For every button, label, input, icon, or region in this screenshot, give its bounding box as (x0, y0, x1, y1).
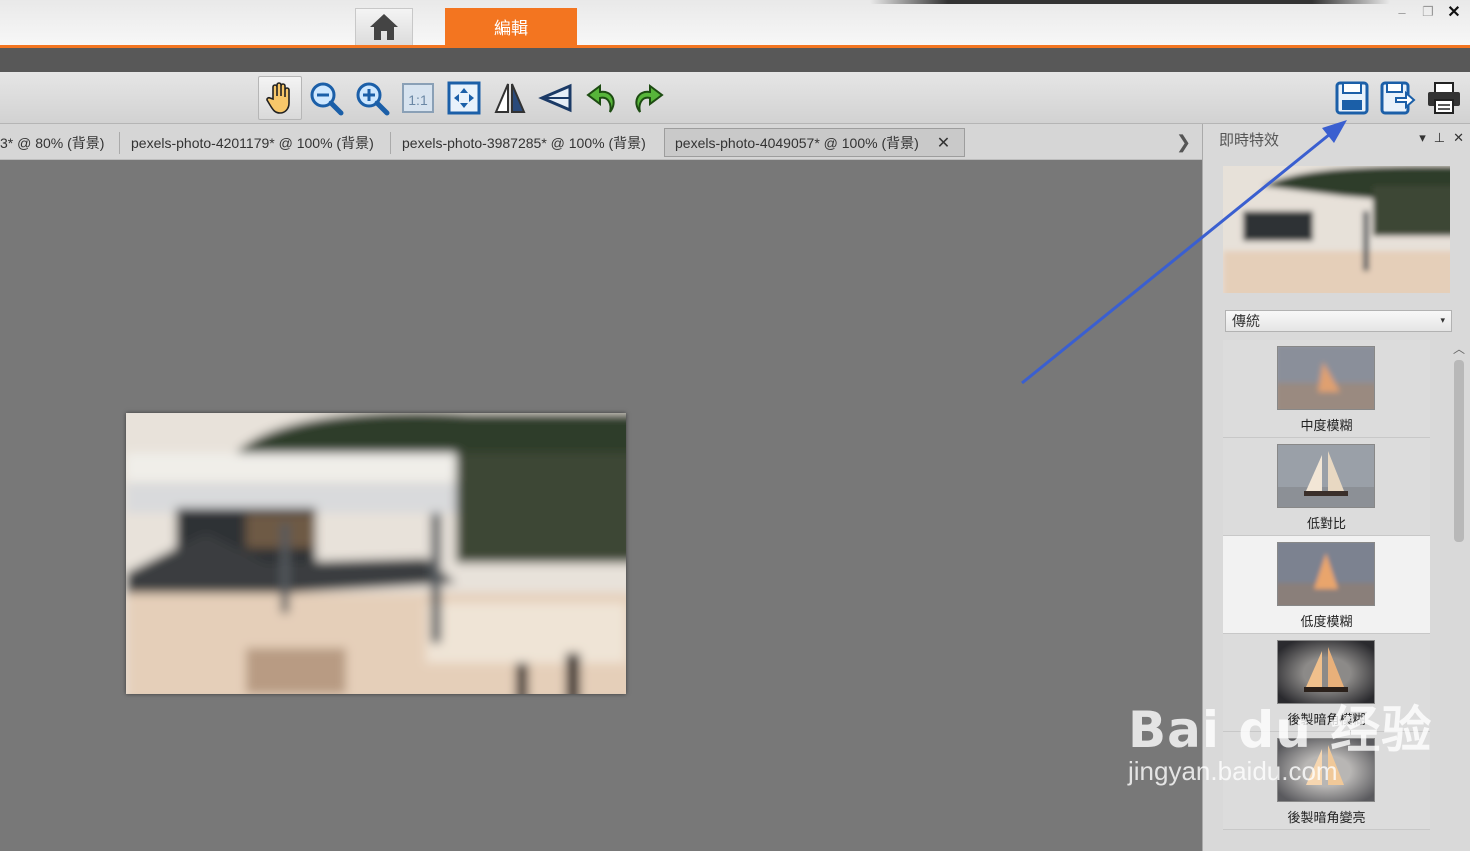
print-icon (1428, 82, 1460, 114)
tab-separator (390, 132, 391, 154)
save-as-icon (1380, 81, 1416, 115)
perspective-icon (538, 83, 572, 113)
save-button[interactable] (1330, 76, 1374, 120)
effect-item-selected[interactable]: 低度模糊 (1223, 536, 1430, 634)
edited-photo[interactable] (126, 413, 626, 694)
effect-label: 低度模糊 (1300, 614, 1353, 629)
baidu-watermark: Bai du 经验 jingyan.baidu.com (1128, 690, 1432, 787)
tab-separator (119, 132, 120, 154)
actual-size-icon: 1:1 (402, 83, 434, 113)
tab-scroll-right-icon[interactable]: ❯ (1176, 132, 1191, 153)
panel-pin-icon[interactable]: ⊥ (1434, 130, 1445, 146)
watermark-brand: Bai du 经验 (1128, 701, 1433, 759)
blurred-photo-image (126, 413, 626, 694)
restore-button[interactable]: ❐ (1420, 4, 1436, 20)
perspective-button[interactable] (534, 76, 578, 120)
fit-screen-button[interactable] (442, 76, 486, 120)
home-tab[interactable] (355, 8, 413, 45)
effect-category-select[interactable]: 傳統 ▾ (1225, 310, 1452, 332)
zoom-in-button[interactable] (350, 76, 394, 120)
flip-button[interactable] (488, 76, 532, 120)
effect-preview-image (1223, 166, 1450, 293)
effect-item[interactable]: 低對比 (1223, 438, 1430, 536)
actual-size-button[interactable]: 1:1 (396, 76, 440, 120)
undo-icon (586, 84, 615, 113)
close-tab-icon[interactable]: ✕ (937, 133, 950, 153)
effect-item[interactable]: 中度模糊 (1223, 340, 1430, 438)
zoom-out-button[interactable] (304, 76, 348, 120)
title-bar: 編輯 – ❐ ✕ (0, 0, 1470, 48)
print-button[interactable] (1422, 76, 1466, 120)
doc-tab-4-active[interactable]: pexels-photo-4049057* @ 100% (背景) ✕ (664, 128, 965, 157)
toolbar: 1:1 (0, 72, 1470, 124)
save-icon (1335, 81, 1369, 115)
fit-screen-icon (447, 81, 481, 115)
effect-thumbnail (1277, 346, 1375, 410)
panel-controls: ▾ ⊥ ✕ (1419, 130, 1464, 146)
save-as-button[interactable] (1376, 76, 1420, 120)
redo-icon (635, 84, 664, 113)
effect-list-scrollbar[interactable]: ︿ (1452, 340, 1466, 851)
menu-band (0, 48, 1470, 72)
svg-text:1:1: 1:1 (408, 92, 428, 108)
doc-tab-1[interactable]: 3* @ 80% (背景) (0, 128, 120, 157)
doc-tab-label: pexels-photo-3987285* @ 100% (背景) (402, 134, 646, 151)
scroll-up-icon[interactable]: ︿ (1452, 340, 1466, 357)
title-shadow-decoration (870, 0, 1390, 4)
effect-thumbnail (1277, 444, 1375, 508)
effect-label: 後製暗角變亮 (1287, 810, 1366, 825)
effect-label: 低對比 (1306, 516, 1346, 531)
zoom-out-icon (310, 82, 344, 116)
effect-thumbnail (1277, 542, 1375, 606)
zoom-in-icon (356, 82, 390, 116)
document-tabs: 3* @ 80% (背景) pexels-photo-4201179* @ 10… (0, 124, 1202, 160)
minimize-button[interactable]: – (1394, 4, 1410, 20)
doc-tab-label: 3* @ 80% (背景) (0, 134, 105, 151)
close-button[interactable]: ✕ (1446, 4, 1462, 21)
flip-icon (494, 83, 526, 113)
doc-tab-2[interactable]: pexels-photo-4201179* @ 100% (背景) (121, 128, 391, 157)
doc-tab-label: pexels-photo-4049057* @ 100% (背景) (675, 134, 919, 151)
effect-label: 中度模糊 (1300, 418, 1353, 433)
doc-tab-3[interactable]: pexels-photo-3987285* @ 100% (背景) (392, 128, 662, 157)
panel-title: 即時特效 (1219, 132, 1280, 149)
panel-close-icon[interactable]: ✕ (1453, 130, 1464, 146)
panel-menu-icon[interactable]: ▾ (1419, 130, 1426, 146)
doc-tab-label: pexels-photo-4201179* @ 100% (背景) (131, 134, 374, 151)
hand-tool-button[interactable] (258, 76, 302, 120)
home-icon (370, 14, 398, 40)
undo-button[interactable] (580, 76, 624, 120)
scrollbar-thumb[interactable] (1454, 360, 1464, 542)
hand-tool-icon (266, 82, 290, 114)
window-controls: – ❐ ✕ (1394, 4, 1462, 21)
redo-button[interactable] (626, 76, 670, 120)
chevron-down-icon: ▾ (1440, 315, 1445, 325)
edit-tab[interactable]: 編輯 (445, 8, 577, 45)
dropdown-value: 傳統 (1232, 313, 1260, 329)
